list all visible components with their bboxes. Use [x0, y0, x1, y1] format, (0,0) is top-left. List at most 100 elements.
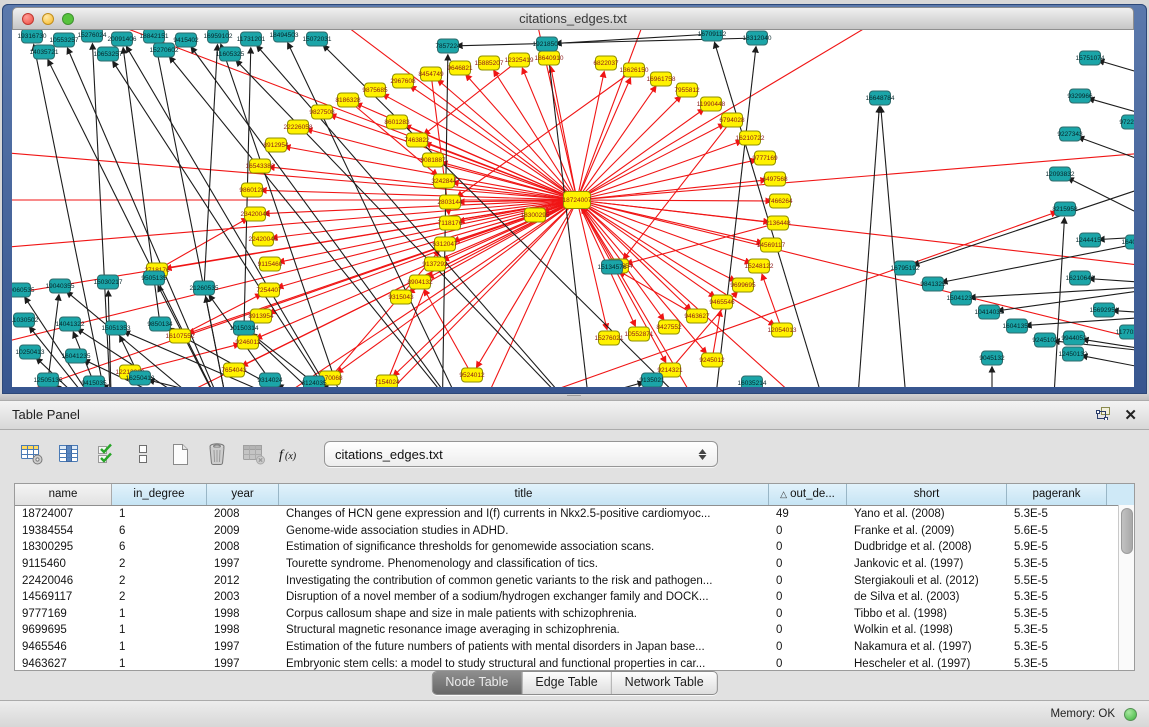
table-cell[interactable]: Structural magnetic resonance image aver…: [279, 624, 769, 636]
graph-node[interactable]: 15751074: [1076, 51, 1105, 65]
table-cell[interactable]: 0: [769, 541, 847, 553]
citation-edge-red[interactable]: [577, 200, 1134, 270]
table-settings-icon[interactable]: [18, 440, 46, 468]
graph-node[interactable]: 16543382: [246, 159, 275, 173]
table-row[interactable]: 1872400712008Changes of HCN gene express…: [15, 506, 1134, 523]
table-cell[interactable]: 2: [112, 575, 207, 587]
citation-edge-red[interactable]: [577, 200, 691, 310]
citation-edge-red[interactable]: [577, 78, 630, 200]
table-cell[interactable]: 2008: [207, 508, 279, 520]
table-cell[interactable]: 5.3E-5: [1007, 641, 1107, 653]
graph-node[interactable]: 15270602: [150, 43, 179, 57]
graph-node[interactable]: 18842151: [140, 30, 169, 43]
citation-edge-red[interactable]: [577, 160, 756, 200]
graph-node[interactable]: 9245012: [699, 353, 725, 367]
table-cell[interactable]: 9777169: [15, 608, 112, 620]
zoom-window-icon[interactable]: [62, 13, 74, 25]
graph-node[interactable]: 16210643: [1066, 271, 1095, 285]
column-header-title[interactable]: title: [279, 484, 769, 505]
table-cell[interactable]: 0: [769, 558, 847, 570]
table-cell[interactable]: Embryonic stem cells: a model to study s…: [279, 658, 769, 670]
graph-node[interactable]: 22226058: [284, 120, 313, 134]
citation-edge-red[interactable]: [624, 120, 732, 259]
graph-node[interactable]: 8124035: [301, 376, 327, 387]
graph-node[interactable]: 10414035: [975, 305, 1004, 319]
graph-node[interactable]: 11770341: [1116, 325, 1134, 339]
graph-node[interactable]: 12325419: [505, 53, 534, 67]
citation-edge-black[interactable]: [857, 107, 879, 387]
graph-node[interactable]: 8427552: [656, 320, 682, 334]
citation-edge-red[interactable]: [424, 290, 472, 375]
table-cell[interactable]: Changes of HCN gene expression and I(f) …: [279, 508, 769, 520]
graph-node[interactable]: 14041322: [56, 317, 85, 331]
graph-node[interactable]: 2803144: [437, 195, 463, 209]
graph-node[interactable]: 8904132: [407, 275, 433, 289]
graph-node[interactable]: 18494503: [270, 30, 299, 42]
table-cell[interactable]: 9115460: [15, 558, 112, 570]
table-cell[interactable]: 1998: [207, 608, 279, 620]
table-cell[interactable]: 18300295: [15, 541, 112, 553]
table-cell[interactable]: 18724007: [15, 508, 112, 520]
table-cell[interactable]: 1: [112, 658, 207, 670]
graph-node[interactable]: 23420046: [241, 207, 270, 221]
graph-node[interactable]: 10653257: [94, 47, 123, 61]
column-header-out_de[interactable]: △out_de...: [769, 484, 847, 505]
graph-node[interactable]: 21260535: [190, 281, 219, 295]
graph-node[interactable]: 12450132: [1059, 347, 1088, 361]
column-header-short[interactable]: short: [847, 484, 1007, 505]
graph-node[interactable]: 7857224: [435, 39, 461, 53]
graph-node[interactable]: 9081887: [420, 153, 446, 167]
table-cell[interactable]: Genome-wide association studies in ADHD.: [279, 525, 769, 537]
graph-node[interactable]: 11605325: [216, 47, 245, 61]
graph-node[interactable]: 7118176: [438, 216, 463, 230]
graph-node[interactable]: 7466264: [767, 194, 793, 208]
graph-node[interactable]: 9944052: [1061, 331, 1087, 345]
graph-node[interactable]: 15248122: [745, 259, 774, 273]
graph-node[interactable]: 19040355: [46, 279, 75, 293]
graph-node[interactable]: 10553257: [50, 33, 79, 47]
graph-node[interactable]: 7955812: [674, 83, 700, 97]
table-cell[interactable]: 2012: [207, 575, 279, 587]
graph-node[interactable]: 15276024: [78, 30, 107, 42]
table-cell[interactable]: 9465546: [15, 641, 112, 653]
graph-node[interactable]: 19218506: [533, 37, 562, 51]
graph-node[interactable]: 9227343: [1057, 127, 1083, 141]
table-cell[interactable]: 1: [112, 624, 207, 636]
citation-edge-red[interactable]: [472, 200, 577, 387]
citation-edge-black[interactable]: [1068, 178, 1134, 235]
graph-node[interactable]: 22420046: [249, 232, 278, 246]
function-builder-icon[interactable]: f(x): [277, 440, 305, 468]
graph-node[interactable]: 15134576: [598, 260, 627, 274]
graph-node[interactable]: 6312047: [432, 237, 458, 251]
graph-node[interactable]: 14035721: [30, 45, 59, 59]
graph-node[interactable]: 9827508: [309, 105, 335, 119]
tab-node-table[interactable]: Node Table: [432, 672, 521, 694]
table-cell[interactable]: 49: [769, 508, 847, 520]
select-all-icon[interactable]: [92, 440, 120, 468]
graph-node[interactable]: 16959102: [204, 30, 233, 43]
graph-node[interactable]: 16709112: [698, 30, 727, 41]
graph-node[interactable]: 8215958: [1052, 202, 1078, 216]
table-cell[interactable]: 2009: [207, 525, 279, 537]
citation-edge-black[interactable]: [881, 107, 907, 387]
graph-node[interactable]: 16961758: [647, 72, 676, 86]
citation-edge-black[interactable]: [1089, 279, 1134, 285]
graph-node[interactable]: 6822037: [593, 56, 619, 70]
table-cell[interactable]: Wolkin et al. (1998): [847, 624, 1007, 636]
table-cell[interactable]: 6: [112, 525, 207, 537]
table-row[interactable]: 969969511998Structural magnetic resonanc…: [15, 622, 1134, 639]
table-cell[interactable]: 1998: [207, 624, 279, 636]
close-window-icon[interactable]: [22, 13, 34, 25]
citation-edge-black[interactable]: [1026, 315, 1134, 325]
table-cell[interactable]: 1: [112, 608, 207, 620]
graph-node[interactable]: 13626150: [620, 63, 649, 77]
table-row[interactable]: 946362711997Embryonic stem cells: a mode…: [15, 655, 1134, 670]
graph-node[interactable]: 9315043: [388, 290, 414, 304]
table-cell[interactable]: 0: [769, 624, 847, 636]
graph-node[interactable]: 16107552: [166, 329, 195, 343]
graph-node[interactable]: 16795192: [891, 261, 920, 275]
citation-edge-red[interactable]: [12, 200, 577, 350]
graph-node[interactable]: 16041235: [62, 349, 91, 363]
table-cell[interactable]: 22420046: [15, 575, 112, 587]
graph-node[interactable]: 7654043: [221, 363, 247, 377]
